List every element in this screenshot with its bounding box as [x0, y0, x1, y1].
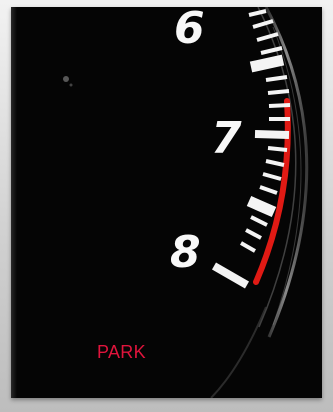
- tick-mark: [248, 9, 267, 17]
- tick-mark: [268, 103, 291, 108]
- tick-mark: [262, 172, 282, 181]
- tick-mark: [259, 185, 278, 195]
- tick-mark-major: [246, 195, 277, 218]
- tick-mark-major: [254, 130, 290, 139]
- tick-mark: [245, 228, 262, 240]
- glass-speck: [63, 76, 69, 82]
- rpm-numerals: 6 7 8: [170, 7, 242, 278]
- bezel-lower-sweep: [210, 306, 267, 398]
- tick-mark: [250, 215, 268, 227]
- rpm-numeral-8: 8: [170, 227, 201, 278]
- tick-mark: [265, 159, 285, 167]
- tick-mark: [240, 241, 256, 253]
- tick-mark: [252, 19, 274, 29]
- tick-mark: [256, 32, 279, 42]
- tick-mark: [265, 75, 288, 82]
- park-indicator: PARK: [97, 342, 146, 362]
- photo-frame: 6 7 8 PARK: [0, 0, 333, 412]
- tick-mark: [260, 46, 283, 55]
- tachometer-dial: 6 7 8: [63, 7, 309, 398]
- tachometer-photo: 6 7 8 PARK: [11, 7, 322, 398]
- tick-mark: [267, 146, 288, 152]
- rpm-numeral-6: 6: [174, 7, 205, 54]
- rpm-numeral-7: 7: [211, 113, 242, 164]
- tick-mark: [267, 89, 290, 95]
- tick-mark-major: [249, 54, 285, 73]
- tick-mark-major: [212, 262, 249, 289]
